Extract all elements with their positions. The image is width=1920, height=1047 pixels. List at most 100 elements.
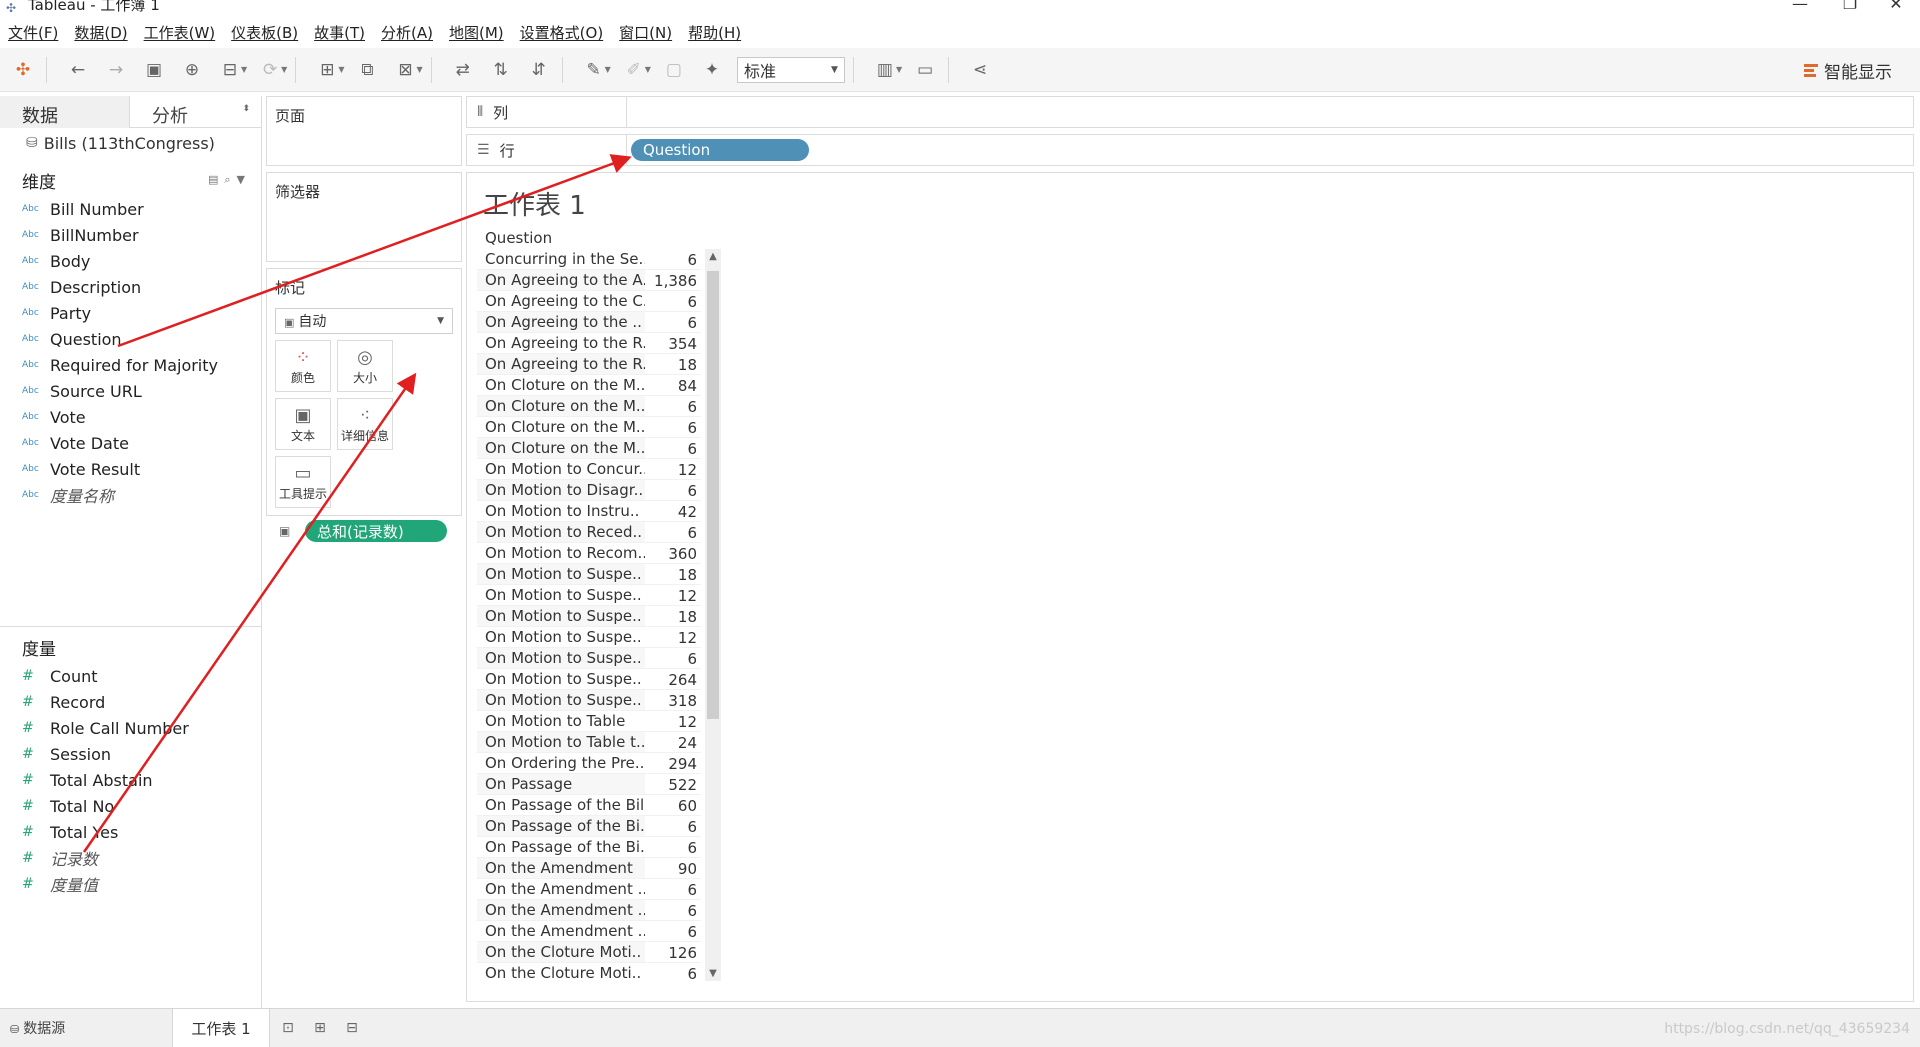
table-row[interactable]: On Passage 522 [477,774,701,795]
table-row[interactable]: On Cloture on the M.. 6 [477,438,701,459]
table-row[interactable]: On Motion to Instru.. 42 [477,501,701,522]
table-row[interactable]: On Cloture on the M.. 6 [477,396,701,417]
field-billnumber[interactable]: Abc BillNumber [0,222,261,248]
table-row[interactable]: On Passage of the Bi.. 6 [477,816,701,837]
color-button[interactable]: ⁘ 颜色 [275,340,331,392]
field-total-yes[interactable]: # Total Yes [0,819,262,845]
table-row[interactable]: On the Amendment 90 [477,858,701,879]
table-row[interactable]: On Ordering the Pre.. 294 [477,753,701,774]
chevron-down-icon[interactable]: ▼ [237,173,251,186]
scroll-down-icon[interactable]: ▼ [705,968,721,979]
fit-dropdown[interactable]: 标准 ▼ [736,56,845,83]
field-count[interactable]: # Count [0,663,262,689]
menu-help[interactable]: 帮助(H) [688,22,741,43]
chevron-updown-icon[interactable]: ⬍ [242,104,250,114]
field-session[interactable]: # Session [0,741,262,767]
detail-button[interactable]: ⁖ 详细信息 [337,398,393,450]
table-row[interactable]: On Motion to Suspe.. 18 [477,564,701,585]
datasource-tab[interactable]: ⛁ 数据源 [10,1018,160,1038]
chevron-down-icon[interactable]: ▼ [645,65,651,74]
tooltip-button[interactable]: ▭ 工具提示 [275,456,331,508]
table-row[interactable]: On Motion to Disagr.. 6 [477,480,701,501]
field-total-no[interactable]: # Total No [0,793,262,819]
field-question[interactable]: Abc Question [0,326,261,352]
table-row[interactable]: On Motion to Suspe.. 18 [477,606,701,627]
table-row[interactable]: On Passage of the Bill 60 [477,795,701,816]
minimize-button[interactable]: — [1780,0,1820,16]
field-bill-number[interactable]: Abc Bill Number [0,196,261,222]
filters-card[interactable]: 筛选器 [266,172,462,262]
presentation-mode-icon[interactable]: ▭ [910,55,940,85]
table-row[interactable]: On the Amendment .. 6 [477,921,701,942]
mark-type-dropdown[interactable]: ▣ 自动 ▼ [275,308,453,334]
table-row[interactable]: On the Cloture Moti.. 6 [477,963,701,981]
scrollbar-thumb[interactable] [707,271,719,719]
close-button[interactable]: ✕ [1876,0,1916,16]
pages-card[interactable]: 页面 [266,96,462,166]
table-row[interactable]: On Motion to Suspe.. 12 [477,627,701,648]
view-toggle-icon[interactable]: ▤ [208,173,224,186]
table-row[interactable]: On Motion to Concur.. 12 [477,459,701,480]
table-row[interactable]: Concurring in the Se.. 6 [477,249,701,270]
sum-record-count-pill[interactable]: 总和(记录数) [305,520,447,542]
table-row[interactable]: On Cloture on the M.. 84 [477,375,701,396]
datasource-item[interactable]: ⛁ Bills (113thCongress) [0,128,261,158]
tableau-home-icon[interactable]: ✣ [8,55,38,85]
new-story-icon[interactable]: ⊟ [338,1020,366,1036]
columns-shelf[interactable]: ⦀ 列 [466,96,1914,128]
tab-analysis[interactable]: 分析 ⬍ [130,96,260,128]
swap-rows-columns-icon[interactable]: ⇄ [448,55,478,85]
table-row[interactable]: On Agreeing to the A.. 1,386 [477,270,701,291]
new-datasource-icon[interactable]: ⊕ [177,55,207,85]
field-measure-values[interactable]: # 度量值 [0,871,262,897]
field-description[interactable]: Abc Description [0,274,261,300]
fix-axes-icon[interactable]: ✦ [697,55,727,85]
chevron-down-icon[interactable]: ▼ [896,65,902,74]
chevron-down-icon[interactable]: ▼ [338,65,344,74]
show-labels-icon[interactable]: ▢ [659,55,689,85]
size-button[interactable]: ◎ 大小 [337,340,393,392]
table-row[interactable]: On Agreeing to the C.. 6 [477,291,701,312]
table-row[interactable]: On the Amendment .. 6 [477,900,701,921]
menu-story[interactable]: 故事(T) [314,22,365,43]
save-icon[interactable]: ▣ [139,55,169,85]
table-row[interactable]: On Motion to Table t.. 24 [477,732,701,753]
table-row[interactable]: On Motion to Recom.. 360 [477,543,701,564]
field-record-count[interactable]: # 记录数 [0,845,262,871]
table-row[interactable]: On Motion to Table 12 [477,711,701,732]
new-worksheet-icon[interactable]: ⊡ [274,1020,302,1036]
vertical-scrollbar[interactable]: ▲ ▼ [705,249,721,981]
field-role-call-number[interactable]: # Role Call Number [0,715,262,741]
menu-map[interactable]: 地图(M) [449,22,504,43]
menu-dashboard[interactable]: 仪表板(B) [231,22,298,43]
field-record[interactable]: # Record [0,689,262,715]
text-button[interactable]: ▣ 文本 [275,398,331,450]
scroll-up-icon[interactable]: ▲ [705,251,721,262]
chevron-down-icon[interactable]: ▼ [416,65,422,74]
field-party[interactable]: Abc Party [0,300,261,326]
table-row[interactable]: On Agreeing to the R.. 18 [477,354,701,375]
share-icon[interactable]: ⋖ [965,55,995,85]
field-total-abstain[interactable]: # Total Abstain [0,767,262,793]
worksheet-title[interactable]: 工作表 1 [483,185,586,222]
field-required-for-majority[interactable]: Abc Required for Majority [0,352,261,378]
chevron-down-icon[interactable]: ▼ [241,65,247,74]
field-vote-date[interactable]: Abc Vote Date [0,430,261,456]
show-me-button[interactable]: 智能显示 [1804,56,1892,84]
field-vote[interactable]: Abc Vote [0,404,261,430]
table-row[interactable]: On Agreeing to the R.. 354 [477,333,701,354]
rows-shelf[interactable]: ☰ 行 Question [466,134,1914,166]
question-column-header[interactable]: Question [485,229,552,247]
table-row[interactable]: On Motion to Reced.. 6 [477,522,701,543]
sheet-tab[interactable]: 工作表 1 [172,1009,270,1047]
question-pill[interactable]: Question [631,139,809,161]
undo-icon[interactable]: ← [63,55,93,85]
search-icon[interactable]: ⌕ [224,173,236,186]
menu-format[interactable]: 设置格式(O) [520,22,604,43]
table-row[interactable]: On the Amendment .. 6 [477,879,701,900]
menu-worksheet[interactable]: 工作表(W) [144,22,216,43]
redo-icon[interactable]: → [101,55,131,85]
menu-analysis[interactable]: 分析(A) [381,22,433,43]
menu-window[interactable]: 窗口(N) [619,22,672,43]
table-row[interactable]: On Motion to Suspe.. 318 [477,690,701,711]
